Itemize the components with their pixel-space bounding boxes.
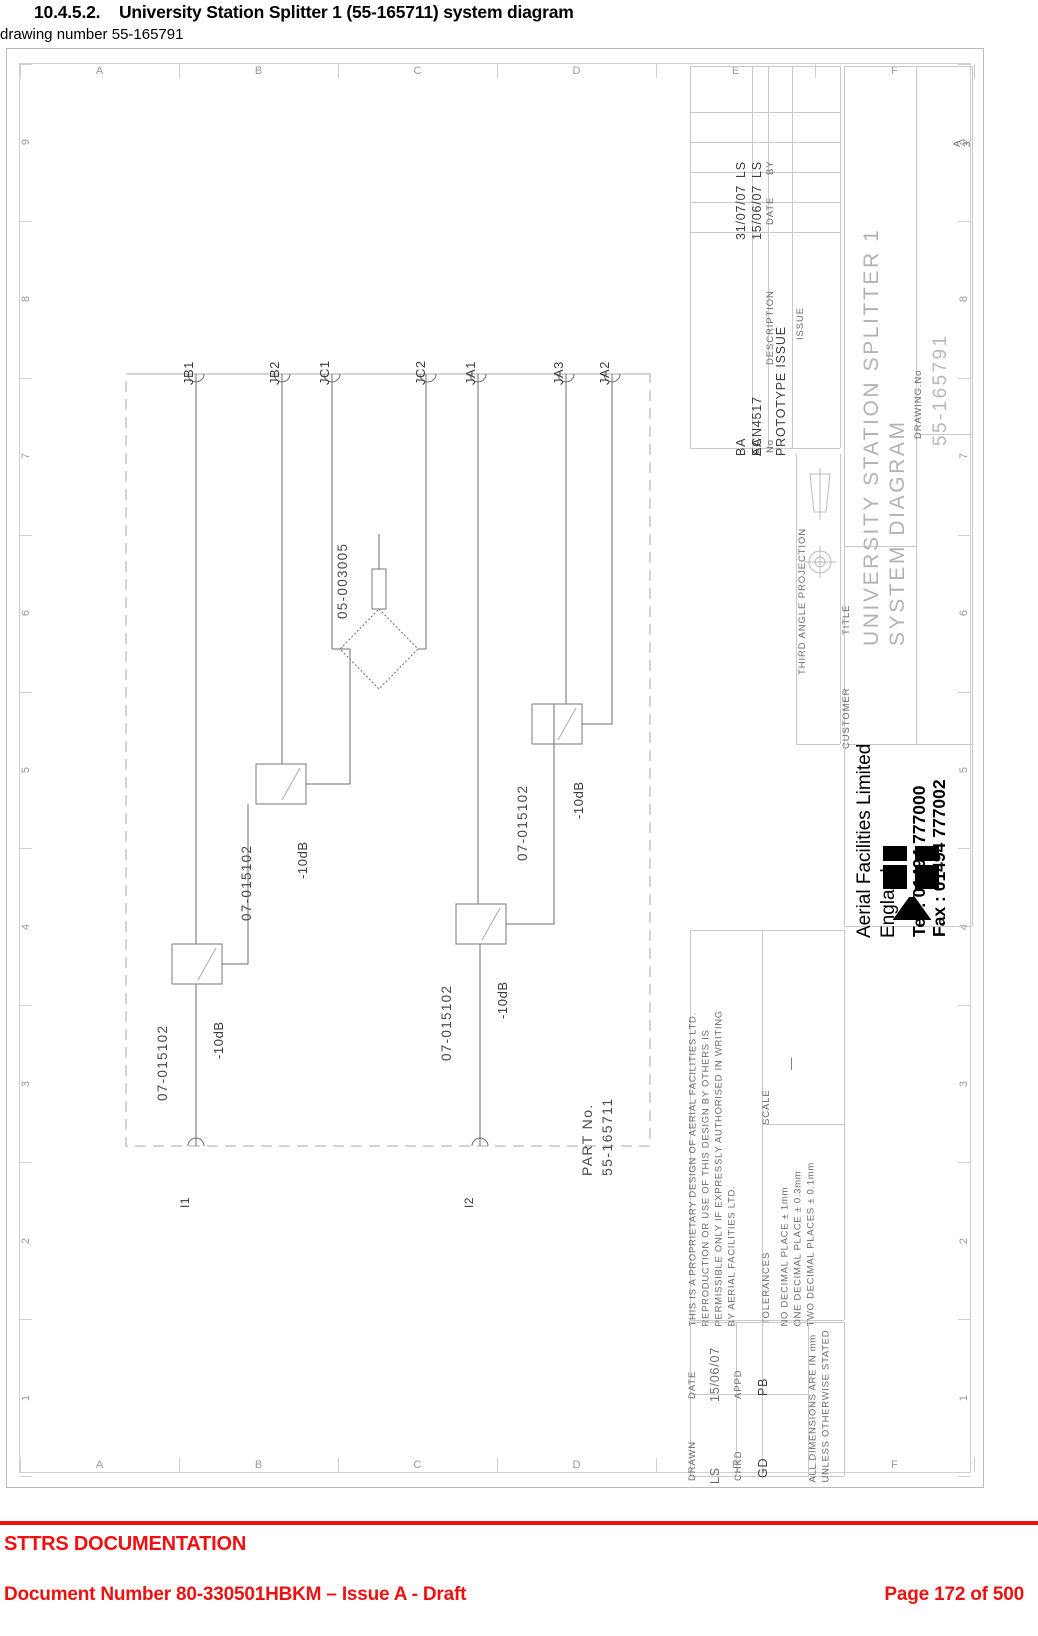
date-value: 15/06/07 xyxy=(708,1346,722,1402)
drawing-no-value: 55-165791 xyxy=(930,333,951,446)
proprietary-note-line-1: THIS IS A PROPRIETARY DESIGN OF AERIAL F… xyxy=(687,1012,699,1327)
splitter-part-label: 05-003005 xyxy=(335,542,350,619)
heading-number: 10.4.5.2. xyxy=(34,2,101,22)
dimension-note-line-1: ALL DIMENSIONS ARE IN mm xyxy=(807,1334,819,1483)
coupler-part-label-3: 07-015102 xyxy=(439,984,454,1061)
heading-title: University Station Splitter 1 (55-165711… xyxy=(118,2,574,22)
drawing-title-line2: SYSTEM DIAGRAM xyxy=(886,419,909,646)
footer-document: Document Number 80-330501HBKM – Issue A … xyxy=(4,1584,467,1605)
third-angle-projection-icon xyxy=(804,468,836,578)
issue-col-date: DATE xyxy=(765,196,776,225)
drawing-no-label: DRAWING.No xyxy=(913,369,924,439)
tolerance-line-2: ONE DECIMAL PLACE ± 0.3mm xyxy=(792,1170,804,1327)
proprietary-note-line-4: BY AERIAL FACILITIES LTD. xyxy=(726,1185,738,1327)
connector-label-jb2: JB2 xyxy=(267,361,282,385)
drawn-value: LS xyxy=(708,1467,722,1484)
proprietary-note-line-3: PERMISSIBLE ONLY IF EXPRESSLY AUTHORISED… xyxy=(713,1010,725,1327)
customer-label: CUSTOMER xyxy=(841,687,852,749)
tolerance-line-3: TWO DECIMAL PLACES ± 0.1mm xyxy=(805,1161,817,1327)
issue-col-by: BY xyxy=(765,160,776,175)
issue-row-1-no: AA xyxy=(750,437,764,456)
connector-label-jb1: JB1 xyxy=(181,361,196,385)
drawing-sheet: ABCDEF ABCDEF 987654321 987654321 xyxy=(6,48,984,1488)
connector-label-ja2: JA2 xyxy=(597,361,612,385)
drawing-title-line1: UNIVERSITY STATION SPLITTER 1 xyxy=(860,227,883,646)
footer-rule xyxy=(0,1521,1038,1525)
chkd-label: CHKD xyxy=(733,1450,744,1481)
scale-label: SCALE xyxy=(761,1089,772,1125)
drawn-label: DRAWN xyxy=(687,1440,698,1481)
assembly-part-label: PART No. xyxy=(579,1103,595,1176)
tolerances-label: TOLERANCES xyxy=(761,1251,772,1325)
heading-text: 10.4.5.2. University Station Splitter 1 … xyxy=(34,2,574,23)
date-label: DATE xyxy=(687,1370,698,1399)
proprietary-note-line-2: REPRODUCTION OR USE OF THIS DESIGN BY OT… xyxy=(700,1029,712,1327)
coupler-part-label-4: 07-015102 xyxy=(515,784,530,861)
coupler-db-label-3: -10dB xyxy=(495,981,510,1019)
heading-subtitle: drawing number 55-165791 xyxy=(0,26,184,43)
input-sockets xyxy=(187,1137,489,1147)
issue-caption: ISSUE xyxy=(795,306,806,340)
footer-banner: STTRS DOCUMENTATION xyxy=(4,1533,247,1555)
input-label-i2: I2 xyxy=(462,1197,476,1208)
coupler-part-label-2: 07-015102 xyxy=(239,844,254,921)
issue-row-1-desc: PROTOTYPE ISSUE xyxy=(774,326,788,456)
tolerance-line-1: NO DECIMAL PLACE ± 1mm xyxy=(779,1186,791,1327)
connector-label-jc1: JC1 xyxy=(317,360,332,385)
coupler-db-label-4: -10dB xyxy=(571,781,586,819)
issue-row-1-date: 15/06/07 xyxy=(750,184,764,240)
input-label-i1: I1 xyxy=(178,1197,192,1208)
dimension-note-line-2: UNLESS OTHERWISE STATED xyxy=(820,1329,832,1483)
coupler-part-label-1: 07-015102 xyxy=(155,1024,170,1101)
issue-row-1-by: LS xyxy=(750,161,764,178)
appd-value: PB xyxy=(756,1377,770,1396)
coupler-db-label-2: -10dB xyxy=(295,841,310,879)
chkd-value: GD xyxy=(756,1457,770,1478)
appd-label: APPD xyxy=(733,1369,744,1399)
issue-row-0-date: 31/07/07 xyxy=(734,184,748,240)
issue-row-0-no: BA xyxy=(734,437,748,456)
issue-row-0-by: LS xyxy=(734,161,748,178)
connector-label-ja1: JA1 xyxy=(463,361,478,385)
connector-label-ja3: JA3 xyxy=(551,361,566,385)
assembly-part-number: 55-165711 xyxy=(599,1097,615,1176)
coupler-db-label-1: -10dB xyxy=(211,1021,226,1059)
sheet-of: 3 xyxy=(962,140,973,147)
connector-label-jc2: JC2 xyxy=(413,360,428,385)
drawing-frame: ABCDEF ABCDEF 987654321 987654321 xyxy=(19,63,975,1484)
footer-page: Page 172 of 500 xyxy=(884,1584,1024,1605)
title-block: No DESCRIPTION DATE BY BA ECN4517 31/07/… xyxy=(680,64,974,1484)
title-label: TITLE xyxy=(841,604,852,635)
scale-value: — xyxy=(784,1056,798,1070)
splitter-symbol xyxy=(331,374,427,704)
company-logo-icon xyxy=(883,846,939,920)
